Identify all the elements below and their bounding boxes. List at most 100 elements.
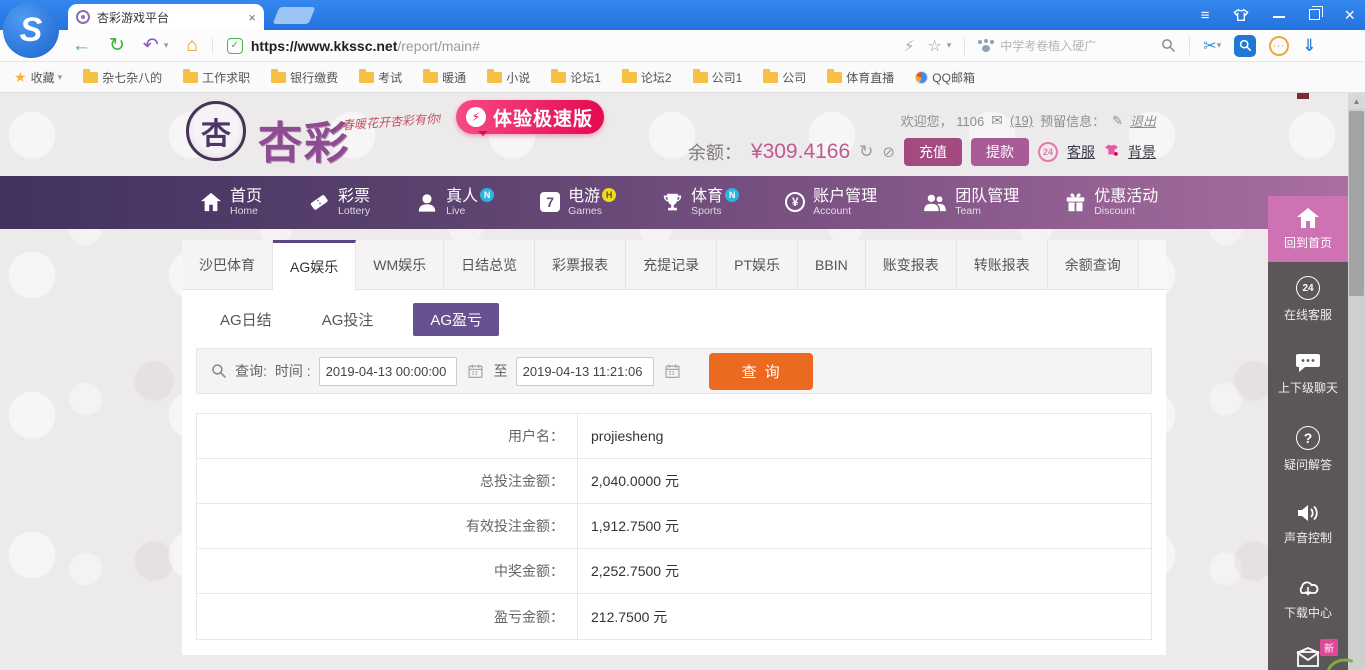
query-submit-button[interactable]: 查询 — [709, 353, 813, 390]
nav-item-account[interactable]: ¥ 账户管理Account — [785, 188, 877, 217]
nav-item-home[interactable]: 首页Home — [200, 188, 262, 217]
bookmark-item[interactable]: 杂七杂八的 — [83, 69, 162, 86]
menu-icon[interactable]: ≡ — [1201, 8, 1210, 23]
nav-item-team[interactable]: 团队管理Team — [923, 188, 1019, 217]
minimize-button[interactable] — [1273, 8, 1285, 23]
site-logo-emblem[interactable]: 杏 — [186, 101, 246, 161]
scrollbar-up-arrow[interactable]: ▲ — [1348, 93, 1365, 109]
refresh-icon[interactable]: ↻ — [109, 36, 125, 55]
tab-account-change-report[interactable]: 账变报表 — [866, 240, 957, 289]
bookmark-item[interactable]: 公司 — [763, 69, 806, 86]
bookmark-item[interactable]: 论坛1 — [551, 69, 601, 86]
row-value: 2,040.0000 元 — [578, 459, 1151, 503]
bookmark-item[interactable]: 体育直播 — [827, 69, 894, 86]
balance-refresh-icon[interactable]: ↻ — [859, 142, 873, 162]
new-tab-button[interactable] — [273, 7, 316, 24]
tab-pt-entertainment[interactable]: PT娱乐 — [717, 240, 798, 289]
faq-button[interactable]: ? 疑问解答 — [1268, 412, 1348, 487]
tab-balance-query[interactable]: 余额查询 — [1048, 240, 1139, 289]
address-bar[interactable]: ✓ https://www.kkssc.net/report/main# — [212, 38, 900, 54]
back-icon[interactable]: ← — [72, 36, 91, 55]
ag-subtabs: AG日结 AG投注 AG盈亏 — [210, 304, 1166, 335]
mail-icon[interactable]: ✉ — [991, 112, 1003, 129]
service-24h-icon: 24 — [1038, 142, 1058, 162]
sound-control-button[interactable]: 声音控制 — [1268, 487, 1348, 562]
undo-closed-tab-icon[interactable]: ↶ — [143, 36, 159, 55]
nav-item-games[interactable]: 7 电游HGames — [540, 188, 616, 217]
bookmark-item[interactable]: 公司1 — [693, 69, 743, 86]
tab-daily-summary[interactable]: 日结总览 — [444, 240, 535, 289]
window-controls: ≡ × — [1201, 0, 1355, 30]
withdraw-button[interactable]: 提款 — [971, 138, 1029, 166]
bookmark-item[interactable]: 工作求职 — [183, 69, 250, 86]
background-link[interactable]: 背景 — [1128, 142, 1156, 162]
download-center-button[interactable]: 下载中心 — [1268, 562, 1348, 637]
customer-service-link[interactable]: 客服 — [1067, 142, 1095, 162]
speed-version-button[interactable]: ⚡ 体验极速版 — [456, 100, 604, 134]
recharge-button[interactable]: 充值 — [904, 138, 962, 166]
screenshot-scissors-icon[interactable]: ✂ — [1203, 36, 1216, 56]
tab-lottery-report[interactable]: 彩票报表 — [535, 240, 626, 289]
scrollbar-thumb[interactable] — [1349, 111, 1364, 296]
more-tools-icon[interactable]: ··· — [1269, 36, 1289, 56]
sogou-search-tool-icon[interactable] — [1234, 35, 1256, 57]
tab-shaba-sports[interactable]: 沙巴体育 — [182, 240, 273, 289]
tab-transfer-report[interactable]: 转账报表 — [957, 240, 1048, 289]
theme-shirt-icon[interactable] — [1104, 143, 1119, 161]
bookmark-item[interactable]: 小说 — [487, 69, 530, 86]
undo-dropdown-icon[interactable]: ▾ — [164, 40, 169, 51]
games-seven-icon: 7 — [540, 192, 560, 212]
nav-item-live[interactable]: 真人NLive — [416, 188, 494, 217]
bookmark-star-icon[interactable]: ☆ — [927, 36, 941, 56]
close-button[interactable]: × — [1344, 6, 1355, 24]
tab-wm-entertainment[interactable]: WM娱乐 — [356, 240, 444, 289]
back-to-home-button[interactable]: 回到首页 — [1268, 196, 1348, 262]
nav-item-discount[interactable]: 优惠活动Discount — [1065, 188, 1158, 217]
folder-icon — [622, 72, 637, 83]
bookmark-item[interactable]: 论坛2 — [622, 69, 672, 86]
restore-button[interactable] — [1309, 8, 1320, 23]
bookmark-item[interactable]: 暖通 — [423, 69, 466, 86]
end-calendar-icon[interactable] — [664, 363, 681, 379]
toolbar-search-icon[interactable] — [1161, 38, 1176, 53]
toolbar-search-box[interactable]: 中学考卷植入硬广 — [978, 37, 1176, 54]
row-value: 1,912.7500 元 — [578, 504, 1151, 548]
table-row: 盈亏金额： 212.7500 元 — [197, 594, 1151, 639]
sogou-browser-logo[interactable]: S — [3, 2, 59, 58]
edit-icon[interactable]: ✎ — [1112, 113, 1123, 129]
mail-count[interactable]: (19) — [1010, 113, 1033, 128]
chat-button[interactable]: 上下级聊天 — [1268, 337, 1348, 412]
site-brand[interactable]: 杏彩 — [258, 107, 350, 171]
tab-close-icon[interactable]: × — [248, 10, 256, 25]
subtab-ag-bets[interactable]: AG投注 — [312, 303, 384, 336]
online-service-button[interactable]: 24 在线客服 — [1268, 262, 1348, 337]
balance-hide-icon[interactable]: ⊘ — [882, 143, 895, 161]
nav-item-lottery[interactable]: 彩票Lottery — [308, 188, 370, 217]
favorites-menu[interactable]: ★收藏▾ — [14, 69, 62, 86]
url-path: /report/main# — [397, 38, 479, 54]
end-time-input[interactable] — [516, 357, 654, 386]
bookmark-item-qq-mail[interactable]: QQ邮箱 — [915, 69, 975, 86]
start-calendar-icon[interactable] — [467, 363, 484, 379]
nav-item-sports[interactable]: 体育NSports — [662, 188, 739, 217]
tab-deposit-withdraw-records[interactable]: 充提记录 — [626, 240, 717, 289]
report-tabs: 沙巴体育 AG娱乐 WM娱乐 日结总览 彩票报表 充提记录 PT娱乐 BBIN … — [182, 240, 1166, 290]
download-manager-icon[interactable]: ⇓ — [1302, 36, 1316, 56]
folder-icon — [183, 72, 198, 83]
accelerate-icon[interactable]: ⚡ — [904, 37, 915, 55]
start-time-input[interactable] — [319, 357, 457, 386]
bookmark-item[interactable]: 考试 — [359, 69, 402, 86]
bookmark-dropdown-icon[interactable]: ▾ — [947, 40, 952, 51]
page-scrollbar[interactable]: ▲ — [1348, 93, 1365, 670]
browser-tab[interactable]: 杏彩游戏平台 × — [68, 4, 264, 30]
logout-link[interactable]: 退出 — [1130, 111, 1156, 130]
bookmark-item[interactable]: 银行缴费 — [271, 69, 338, 86]
screenshot-dropdown-icon[interactable]: ▾ — [1217, 40, 1222, 51]
subtab-ag-daily[interactable]: AG日结 — [210, 303, 282, 336]
live-dealer-icon — [416, 192, 438, 213]
tab-ag-entertainment[interactable]: AG娱乐 — [273, 240, 356, 290]
skin-icon[interactable] — [1233, 8, 1249, 22]
tab-bbin[interactable]: BBIN — [798, 240, 866, 289]
subtab-ag-profit-loss[interactable]: AG盈亏 — [413, 303, 499, 336]
browser-home-icon[interactable]: ⌂ — [186, 36, 197, 55]
